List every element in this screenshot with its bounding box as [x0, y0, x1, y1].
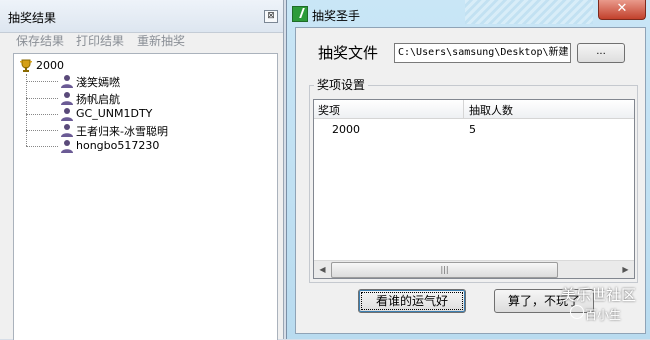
tree-node[interactable]: 王者归来-冰雪聪明 — [76, 123, 168, 139]
watermark-author: 百小生 — [585, 308, 622, 322]
column-header-count[interactable]: 抽取人数 — [469, 102, 513, 118]
watermark-text: 美乐世社区 — [561, 286, 637, 304]
close-icon[interactable]: ⊠ — [264, 10, 278, 23]
tree-node[interactable]: hongbo517230 — [76, 139, 159, 152]
file-path-input[interactable]: C:\Users\samsung\Desktop\新建 — [394, 43, 571, 63]
prize-table[interactable]: 奖项 抽取人数 2000 5 ◀ ||| ▶ — [313, 99, 635, 279]
tree-node[interactable]: GC_UNM1DTY — [76, 107, 152, 120]
menu-print-results[interactable]: 打印结果 — [76, 32, 124, 49]
focus-rect — [361, 292, 463, 310]
user-icon — [60, 91, 74, 105]
results-window: 抽奖结果 ⊠ 保存结果 打印结果 重新抽奖 2000 淺笑嫣嘫 扬帆启航 GC_… — [0, 0, 284, 340]
menu-save-results[interactable]: 保存结果 — [16, 32, 64, 49]
table-cell-count[interactable]: 5 — [469, 123, 476, 136]
close-button[interactable]: ✕ — [598, 0, 646, 20]
column-divider[interactable] — [463, 100, 464, 118]
user-icon — [60, 139, 74, 153]
tree-branch — [26, 114, 58, 115]
lottery-window-title: 抽奖圣手 — [312, 9, 361, 23]
user-icon — [60, 74, 74, 88]
scroll-thumb[interactable]: ||| — [331, 262, 558, 278]
table-cell-prize[interactable]: 2000 — [332, 123, 360, 136]
results-tree[interactable]: 2000 淺笑嫣嘫 扬帆启航 GC_UNM1DTY 王者归来-冰雪聪明 hong… — [13, 53, 278, 340]
titlebar-decoration — [465, 0, 593, 24]
scroll-left-icon[interactable]: ◀ — [314, 261, 331, 278]
tree-node[interactable]: 扬帆启航 — [76, 91, 120, 107]
weibo-icon — [570, 305, 584, 319]
prize-settings-title: 奖项设置 — [314, 76, 369, 93]
tree-root-label[interactable]: 2000 — [36, 59, 64, 72]
tree-branch — [26, 146, 58, 147]
user-icon — [60, 107, 74, 121]
tree-branch — [26, 130, 58, 131]
table-header: 奖项 抽取人数 — [314, 100, 634, 119]
results-window-titlebar[interactable]: 抽奖结果 ⊠ — [0, 0, 283, 33]
file-label: 抽奖文件 — [318, 44, 379, 62]
draw-lucky-button[interactable]: 看谁的运气好 — [358, 289, 466, 313]
user-icon — [60, 123, 74, 137]
scroll-right-icon[interactable]: ▶ — [617, 261, 634, 278]
results-menu: 保存结果 打印结果 重新抽奖 — [0, 32, 283, 50]
column-header-prize[interactable]: 奖项 — [318, 102, 340, 118]
tree-node[interactable]: 淺笑嫣嘫 — [76, 74, 120, 90]
horizontal-scrollbar[interactable]: ◀ ||| ▶ — [314, 260, 634, 278]
menu-redraw[interactable]: 重新抽奖 — [137, 32, 185, 49]
tree-branch — [26, 98, 58, 99]
tree-branch — [26, 81, 58, 82]
browse-button[interactable]: ... — [577, 43, 625, 63]
results-window-title: 抽奖结果 — [8, 11, 57, 25]
app-icon — [292, 6, 308, 22]
tree-connector — [26, 74, 27, 146]
